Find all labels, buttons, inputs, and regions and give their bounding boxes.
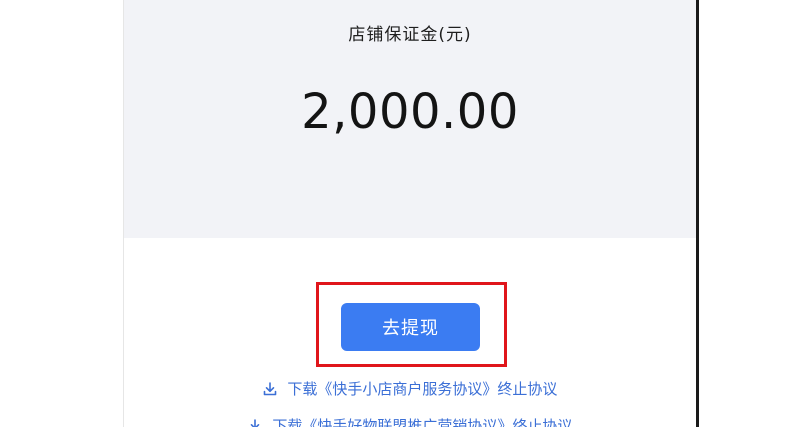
- download-link-merchant-agreement[interactable]: 下载《快手小店商户服务协议》终止协议: [124, 378, 696, 400]
- download-link-text: 下载《快手好物联盟推广营销协议》终止协议: [272, 417, 573, 427]
- deposit-label: 店铺保证金(元): [348, 25, 472, 45]
- deposit-summary-card: 店铺保证金(元) 2,000.00: [124, 0, 696, 238]
- withdraw-button[interactable]: 去提现: [341, 303, 480, 351]
- download-icon: [248, 419, 262, 427]
- panel-right-border: [696, 0, 699, 427]
- deposit-amount: 2,000.00: [301, 84, 519, 140]
- page: 店铺保证金(元) 2,000.00 去提现 下载《快手小店商户服务协议》终止协议…: [0, 0, 804, 427]
- download-link-promotion-agreement[interactable]: 下载《快手好物联盟推广营销协议》终止协议: [124, 415, 696, 427]
- download-icon: [263, 382, 277, 400]
- download-link-text: 下载《快手小店商户服务协议》终止协议: [287, 380, 558, 398]
- deposit-panel: 店铺保证金(元) 2,000.00 去提现 下载《快手小店商户服务协议》终止协议…: [124, 0, 696, 427]
